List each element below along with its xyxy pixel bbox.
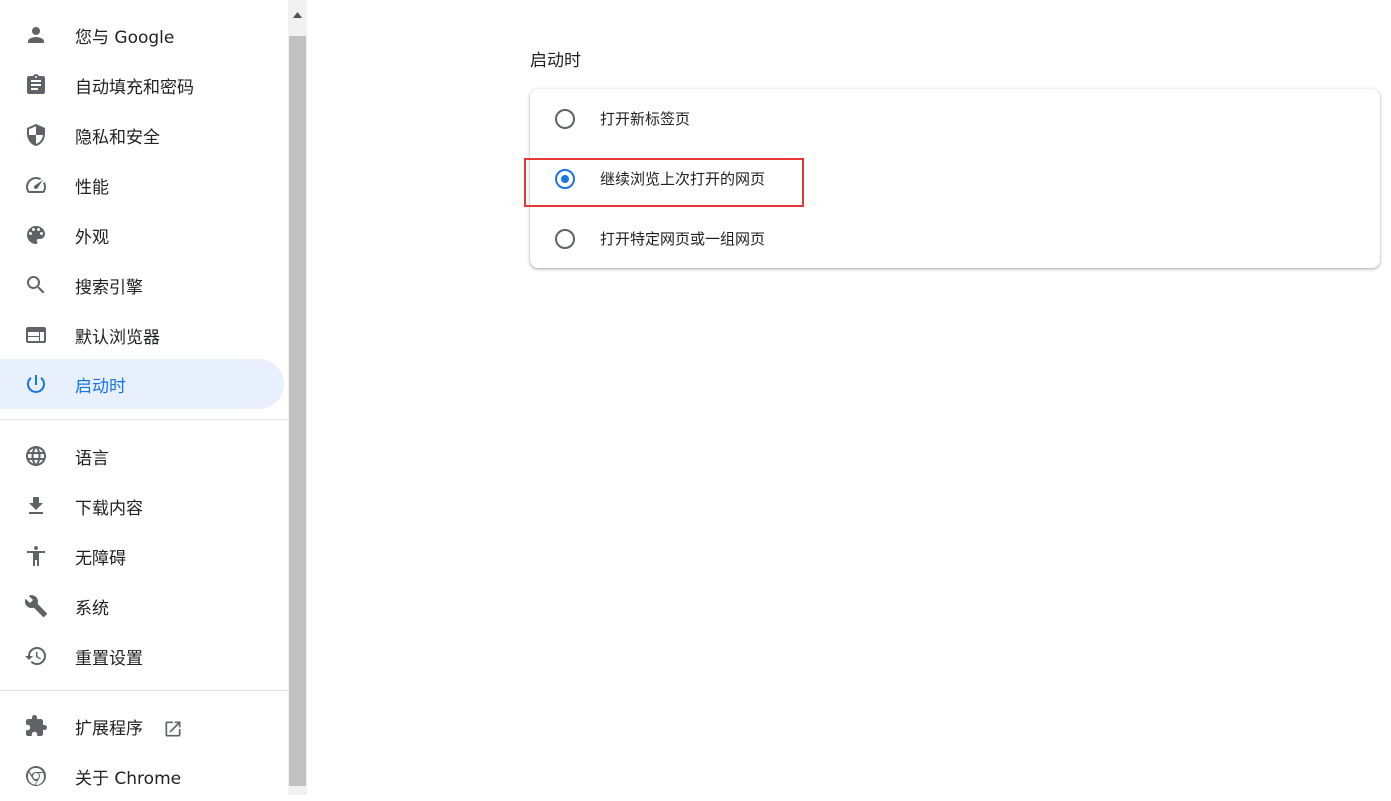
sidebar-item-search-engine[interactable]: 搜索引擎 [0, 260, 284, 310]
open-in-new-icon [163, 719, 183, 739]
chrome-icon [24, 764, 48, 788]
download-icon [24, 494, 48, 518]
scroll-up-arrow-icon[interactable] [288, 6, 307, 24]
radio-label: 打开新标签页 [600, 110, 691, 128]
radio-label: 打开特定网页或一组网页 [600, 230, 766, 248]
sidebar-item-label: 隐私和安全 [75, 127, 160, 148]
page-title: 启动时 [530, 51, 581, 71]
radio-button[interactable] [555, 109, 575, 129]
sidebar-item-reset-settings[interactable]: 重置设置 [0, 631, 284, 681]
radio-option-specific-pages[interactable]: 打开特定网页或一组网页 [530, 209, 1380, 269]
power-icon [24, 372, 48, 396]
sidebar-item-about-chrome[interactable]: 关于 Chrome [0, 751, 284, 801]
sidebar-item-extensions[interactable]: 扩展程序 [0, 701, 284, 751]
sidebar-item-label: 搜索引擎 [75, 277, 143, 298]
sidebar-item-accessibility[interactable]: 无障碍 [0, 531, 284, 581]
sidebar-item-label: 启动时 [75, 376, 126, 397]
sidebar-item-label: 无障碍 [75, 548, 126, 569]
accessibility-icon [24, 544, 48, 568]
sidebar-divider [0, 419, 288, 420]
radio-option-new-tab[interactable]: 打开新标签页 [530, 89, 1380, 149]
shield-icon [24, 123, 48, 147]
sidebar-scrollbar[interactable] [288, 0, 307, 795]
sidebar-item-label: 外观 [75, 227, 109, 248]
sidebar-item-languages[interactable]: 语言 [0, 431, 284, 481]
sidebar-item-label: 性能 [75, 177, 109, 198]
sidebar-divider [0, 690, 288, 691]
sidebar-item-on-startup[interactable]: 启动时 [0, 359, 284, 409]
sidebar-item-label: 下载内容 [75, 498, 143, 519]
sidebar-item-you-and-google[interactable]: 您与 Google [0, 10, 284, 60]
sidebar-item-appearance[interactable]: 外观 [0, 210, 284, 260]
sidebar-item-label: 关于 Chrome [75, 768, 182, 789]
sidebar-item-label: 自动填充和密码 [75, 77, 194, 98]
sidebar-item-label: 系统 [75, 598, 109, 619]
sidebar-item-label: 您与 Google [75, 27, 175, 48]
sidebar-item-downloads[interactable]: 下载内容 [0, 481, 284, 531]
sidebar-item-label: 语言 [75, 448, 109, 469]
globe-icon [24, 444, 48, 468]
radio-button[interactable] [555, 229, 575, 249]
startup-options-card: 打开新标签页 继续浏览上次打开的网页 打开特定网页或一组网页 [530, 89, 1380, 268]
scrollbar-thumb[interactable] [289, 36, 306, 786]
browser-window-icon [24, 323, 48, 347]
radio-option-continue[interactable]: 继续浏览上次打开的网页 [530, 149, 1380, 209]
sidebar-item-label: 默认浏览器 [75, 327, 160, 348]
sidebar-item-default-browser[interactable]: 默认浏览器 [0, 310, 284, 360]
wrench-icon [24, 594, 48, 618]
sidebar-item-autofill[interactable]: 自动填充和密码 [0, 60, 284, 110]
sidebar-item-label: 重置设置 [75, 648, 143, 669]
sidebar-item-system[interactable]: 系统 [0, 581, 284, 631]
speedometer-icon [24, 173, 48, 197]
sidebar-item-label: 扩展程序 [75, 718, 143, 739]
history-icon [24, 644, 48, 668]
sidebar-item-privacy[interactable]: 隐私和安全 [0, 110, 284, 160]
clipboard-icon [24, 73, 48, 97]
sidebar-item-label-wrap: 扩展程序 [75, 714, 183, 739]
palette-icon [24, 223, 48, 247]
person-icon [24, 23, 48, 47]
puzzle-icon [24, 714, 48, 738]
radio-button-checked[interactable] [555, 169, 575, 189]
sidebar-item-performance[interactable]: 性能 [0, 160, 284, 210]
radio-label: 继续浏览上次打开的网页 [600, 170, 766, 188]
settings-sidebar: 您与 Google 自动填充和密码 隐私和安全 性能 外观 搜索引擎 默认浏览器… [0, 0, 288, 795]
search-icon [24, 273, 48, 297]
